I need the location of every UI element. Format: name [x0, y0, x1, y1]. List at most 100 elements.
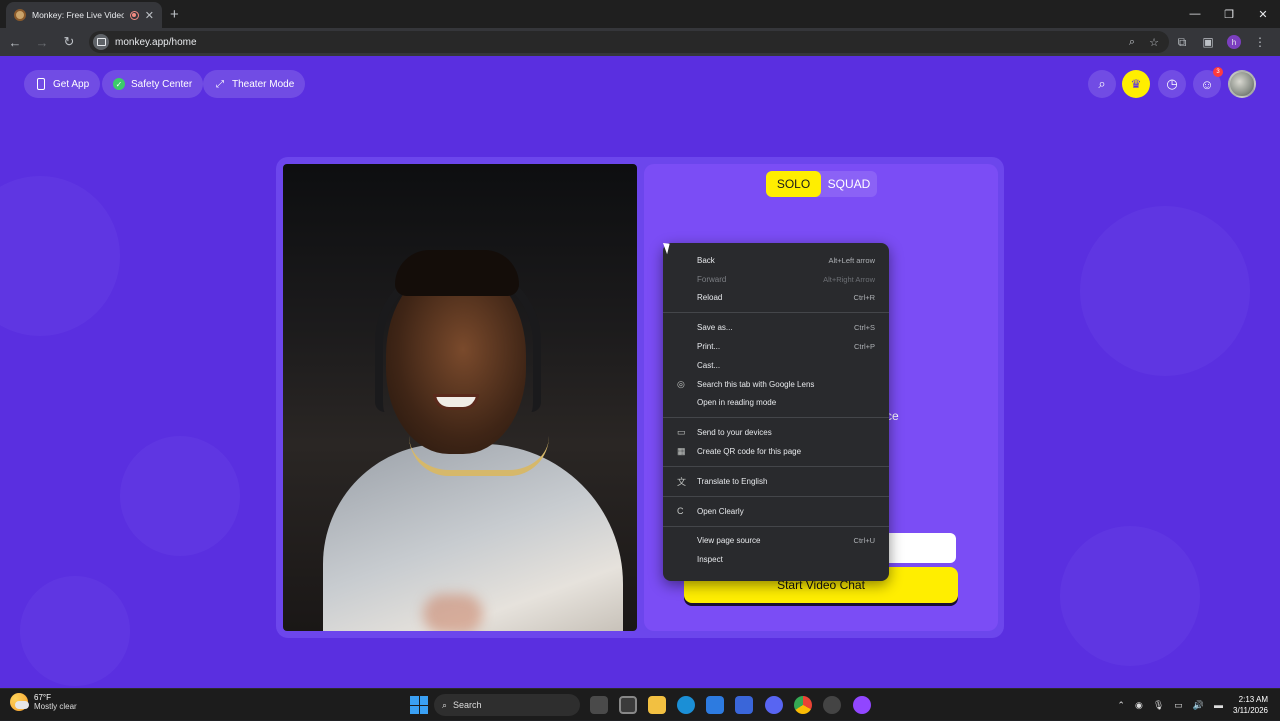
- premium-button[interactable]: ♛: [1122, 70, 1150, 98]
- start-button-windows-icon[interactable]: [410, 696, 428, 714]
- phone-icon: [35, 78, 47, 90]
- context-menu-item: Forward Alt+Right Arrow: [663, 270, 889, 289]
- get-app-label: Get App: [53, 78, 90, 90]
- file-explorer-icon[interactable]: [648, 696, 666, 714]
- edge-browser-icon[interactable]: [677, 696, 695, 714]
- squad-mode-button[interactable]: SQUAD: [821, 171, 877, 197]
- get-app-button[interactable]: Get App: [24, 70, 101, 98]
- recording-indicator-icon: [129, 10, 139, 20]
- context-menu-separator: [663, 312, 889, 314]
- new-tab-button[interactable]: +: [170, 2, 179, 28]
- tab-close-icon[interactable]: ✕: [145, 9, 154, 22]
- context-menu-item[interactable]: ▦ Create QR code for this page: [663, 442, 889, 461]
- task-view-icon[interactable]: [590, 696, 608, 714]
- twitch-icon[interactable]: [853, 696, 871, 714]
- context-menu-item[interactable]: Print... Ctrl+P: [663, 337, 889, 356]
- code-editor-icon[interactable]: [735, 696, 753, 714]
- search-icon: ⌕: [442, 699, 448, 710]
- microphone-icon[interactable]: 🎙: [1153, 700, 1164, 711]
- discord-icon[interactable]: [765, 696, 783, 714]
- context-menu-shortcut: Alt+Right Arrow: [823, 274, 875, 284]
- context-menu-shortcut: Alt+Left arrow: [828, 255, 875, 265]
- chat-bubble-icon: ☺: [1200, 76, 1214, 92]
- context-menu-item[interactable]: View page source Ctrl+U: [663, 532, 889, 551]
- chrome-icon[interactable]: [794, 696, 812, 714]
- context-menu-item[interactable]: ◎ Search this tab with Google Lens: [663, 375, 889, 394]
- tab-title: Monkey: Free Live Video Ch: [32, 10, 124, 20]
- theater-mode-button[interactable]: ⤢ Theater Mode: [203, 70, 306, 98]
- context-menu-separator: [663, 465, 889, 467]
- context-menu-item[interactable]: Save as... Ctrl+S: [663, 318, 889, 337]
- context-menu-item[interactable]: Back Alt+Left arrow: [663, 251, 889, 270]
- background-blob: [120, 436, 240, 556]
- context-menu-label: Reload: [697, 293, 723, 303]
- expand-icon: ⤢: [216, 78, 224, 90]
- weather-widget[interactable]: 67°F Mostly clear: [10, 693, 77, 711]
- steam-icon[interactable]: [823, 696, 841, 714]
- zoom-icon[interactable]: ⌕: [1121, 36, 1143, 49]
- extensions-icon[interactable]: ⧉: [1169, 35, 1195, 50]
- safety-center-button[interactable]: ✓ Safety Center: [102, 70, 204, 98]
- battery-icon[interactable]: ▬: [1214, 700, 1223, 710]
- windows-taskbar: 67°F Mostly clear ⌕ Search ⌃ ◉ 🎙 ▭ 🔊 ▬ 2…: [0, 688, 1280, 720]
- tray-overflow-chevron-icon[interactable]: ⌃: [1117, 700, 1125, 711]
- context-menu-label: Save as...: [697, 323, 733, 333]
- translate-icon: 文: [677, 476, 687, 487]
- context-menu-item[interactable]: ▭ Send to your devices: [663, 423, 889, 442]
- search-button[interactable]: ⌕: [1088, 70, 1116, 98]
- clock-time: 2:13 AM: [1238, 695, 1268, 704]
- background-blob: [1080, 206, 1250, 376]
- profile-avatar-icon[interactable]: h: [1227, 35, 1241, 49]
- widgets-app-icon[interactable]: [619, 696, 637, 714]
- background-blob: [1060, 526, 1200, 666]
- context-menu-label: Back: [697, 255, 715, 265]
- context-menu-item[interactable]: Cast...: [663, 356, 889, 375]
- context-menu-separator: [663, 417, 889, 419]
- clearly-icon: C: [677, 506, 684, 517]
- context-menu-item[interactable]: Open in reading mode: [663, 394, 889, 413]
- context-menu-label: Forward: [697, 274, 727, 284]
- background-blob: [20, 576, 130, 686]
- browser-tab[interactable]: Monkey: Free Live Video Ch ✕: [6, 2, 162, 28]
- bookmark-star-icon[interactable]: ☆: [1143, 36, 1165, 49]
- background-blob: [0, 176, 120, 336]
- history-button[interactable]: ◷: [1158, 70, 1186, 98]
- user-avatar[interactable]: [1228, 70, 1256, 98]
- crown-icon: ♛: [1130, 77, 1142, 91]
- weather-moon-cloud-icon: [10, 693, 29, 711]
- network-icon[interactable]: ▭: [1174, 700, 1183, 711]
- context-menu-label: Open in reading mode: [697, 398, 777, 408]
- minimize-button[interactable]: —: [1178, 0, 1212, 28]
- taskbar-search-label: Search: [453, 700, 482, 710]
- taskbar-search-box[interactable]: ⌕ Search: [434, 694, 580, 716]
- context-menu-separator: [663, 495, 889, 497]
- url-text[interactable]: monkey.app/home: [115, 37, 1121, 48]
- context-menu-item[interactable]: Inspect: [663, 550, 889, 569]
- restore-button[interactable]: ❐: [1212, 0, 1246, 28]
- context-menu-shortcut: Ctrl+S: [853, 323, 875, 333]
- context-menu-label: View page source: [697, 536, 761, 546]
- site-info-icon[interactable]: [93, 34, 109, 50]
- messages-button[interactable]: ☺ 3: [1193, 67, 1223, 98]
- browser-tabbar: Monkey: Free Live Video Ch ✕ + — ❐ ✕: [0, 0, 1280, 28]
- back-button[interactable]: ←: [3, 30, 27, 54]
- reload-button[interactable]: ↻: [57, 30, 81, 54]
- forward-button[interactable]: →: [30, 30, 54, 54]
- address-bar[interactable]: monkey.app/home ⌕ ☆: [89, 31, 1169, 53]
- context-menu-item[interactable]: Reload Ctrl+R: [663, 289, 889, 308]
- context-menu-label: Inspect: [697, 555, 723, 565]
- tray-app-icon[interactable]: ◉: [1135, 700, 1143, 711]
- devices-icon: ▭: [677, 427, 686, 438]
- clock-date: 3/11/2026: [1233, 706, 1268, 715]
- close-window-button[interactable]: ✕: [1246, 0, 1280, 28]
- context-menu-item[interactable]: 文 Translate to English: [663, 472, 889, 491]
- system-clock[interactable]: 2:13 AM 3/11/2026: [1233, 694, 1268, 716]
- menu-kebab-icon[interactable]: ⋮: [1247, 35, 1273, 49]
- context-menu-item[interactable]: C Open Clearly: [663, 502, 889, 521]
- side-panel-icon[interactable]: ▣: [1195, 35, 1221, 49]
- solo-mode-button[interactable]: SOLO: [766, 171, 821, 197]
- microsoft-store-icon[interactable]: [706, 696, 724, 714]
- volume-icon[interactable]: 🔊: [1193, 700, 1204, 711]
- lens-icon: ◎: [677, 378, 685, 389]
- context-menu-separator: [663, 525, 889, 527]
